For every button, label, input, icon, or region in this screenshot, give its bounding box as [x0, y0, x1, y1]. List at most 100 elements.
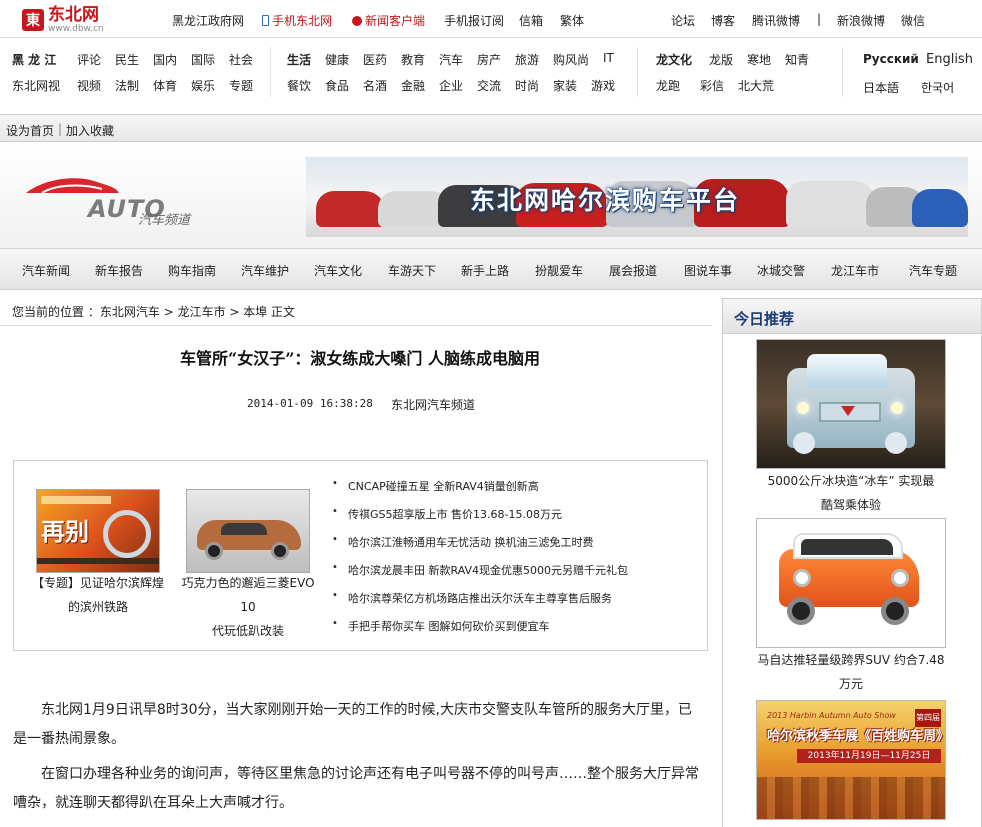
chan-expo[interactable]: 展会报道 [609, 262, 657, 279]
cat-item[interactable]: 民生 [115, 51, 139, 68]
link-mobile[interactable]: 手机东北网 [262, 12, 332, 29]
link-sina-weibo[interactable]: 新浪微博 [837, 12, 885, 29]
link-mailbox[interactable]: 信箱 [519, 12, 543, 29]
rec-img-ice-car[interactable] [756, 339, 946, 469]
car-graphic [316, 191, 386, 227]
cat-item[interactable]: 旅游 [515, 51, 539, 68]
chan-market[interactable]: 龙江车市 [831, 262, 879, 279]
chan-police[interactable]: 冰城交警 [757, 262, 805, 279]
channel-nav: 汽车新闻 新车报告 购车指南 汽车维护 汽车文化 车游天下 新手上路 扮靓爱车 … [0, 248, 982, 290]
chan-maintain[interactable]: 汽车维护 [241, 262, 289, 279]
link-news-client[interactable]: 新闻客户端 [352, 12, 425, 29]
sidebar-title: 今日推荐 [734, 310, 795, 328]
cat-item[interactable]: 名酒 [363, 77, 387, 94]
link-mobile-paper[interactable]: 手机报订阅 [444, 12, 504, 29]
auto-channel-logo[interactable]: AUTO 汽车频道 [20, 173, 220, 243]
buy-car-platform-ad[interactable]: 东北网哈尔滨购车平台 [306, 157, 968, 237]
cat-item[interactable]: 知青 [785, 51, 809, 68]
cat-item[interactable]: 法制 [115, 77, 139, 94]
banner-ad-title: 东北网哈尔滨购车平台 [470, 186, 741, 215]
article-title: 车管所“女汉子”：淑女练成大嗓门 人脑练成电脑用 [180, 349, 540, 368]
breadcrumb[interactable]: 您当前的位置 ：东北网汽车 > 龙江车市 > 本埠 正文 [12, 303, 295, 320]
cat-item[interactable]: 娱乐 [191, 77, 215, 94]
link-blog[interactable]: 博客 [711, 12, 735, 29]
cat-life[interactable]: 生活 [287, 51, 311, 68]
link-gov[interactable]: 黑龙江政府网 [172, 12, 244, 29]
chan-decor[interactable]: 扮靓爱车 [535, 262, 583, 279]
logo-name: 东北网 [48, 4, 99, 25]
cat-item[interactable]: 购风尚 [553, 51, 589, 68]
news-app-icon [352, 16, 362, 26]
cat-item[interactable]: 金融 [401, 77, 425, 94]
rec-caption[interactable]: 马自达推轻量级跨界SUV 约合7.48 万元 [740, 648, 962, 696]
chan-topics[interactable]: 汽车专题 [909, 262, 957, 279]
rec-img-suv[interactable] [756, 518, 946, 648]
autoshow-date: 2013年11月19日—11月25日 [797, 749, 941, 763]
favorites-bar: 设为首页 | 加入收藏 [0, 114, 982, 142]
cat-item[interactable]: 专题 [229, 77, 253, 94]
cat-item[interactable]: 时尚 [515, 77, 539, 94]
chan-new-car[interactable]: 新车报告 [95, 262, 143, 279]
rec-img-autoshow[interactable]: 2013 Harbin Autumn Auto Show 哈尔滨秋季车展《百姓购… [756, 700, 946, 820]
auto-subtitle: 汽车频道 [138, 213, 191, 228]
related-thumb-evo[interactable] [186, 489, 310, 573]
cat-item[interactable]: 餐饮 [287, 77, 311, 94]
cat-item[interactable]: 北大荒 [738, 77, 774, 94]
cat-item[interactable]: 龙版 [709, 51, 733, 68]
top-bar: 東 东北网 www.dbw.cn 黑龙江政府网 手机东北网 新闻客户端 手机报订… [0, 0, 982, 38]
lang-russian[interactable]: Русский [863, 52, 919, 66]
set-homepage-link[interactable]: 设为首页 [6, 122, 54, 139]
lang-korean[interactable]: 한국어 [921, 79, 954, 96]
cat-item[interactable]: 视频 [77, 77, 101, 94]
cat-item[interactable]: 家装 [553, 77, 577, 94]
cat-culture[interactable]: 龙文化 [656, 51, 692, 68]
related-caption[interactable]: 巧克力色的邂逅三菱EVO 10 代玩低趴改装 [173, 571, 323, 643]
add-favorite-link[interactable]: 加入收藏 [66, 122, 114, 139]
cat-item[interactable]: 社会 [229, 51, 253, 68]
site-logo[interactable]: 東 东北网 www.dbw.cn [22, 4, 104, 33]
related-thumb-railway[interactable]: 再别 [36, 489, 160, 573]
link-wechat[interactable]: 微信 [901, 12, 925, 29]
thumb-text: 再别 [41, 518, 89, 546]
cat-item[interactable]: 健康 [325, 51, 349, 68]
cat-item[interactable]: 汽车 [439, 51, 463, 68]
cat-item[interactable]: 国际 [191, 51, 215, 68]
car-graphic [786, 181, 876, 227]
article-source[interactable]: 东北网汽车频道 [391, 396, 475, 413]
chan-picture[interactable]: 图说车事 [684, 262, 732, 279]
cat-divider [637, 47, 638, 97]
logo-mark-icon: 東 [22, 9, 44, 31]
link-tencent-weibo[interactable]: 腾讯微博 [752, 12, 800, 29]
chan-culture[interactable]: 汽车文化 [314, 262, 362, 279]
cat-item[interactable]: 交流 [477, 77, 501, 94]
lang-japanese[interactable]: 日本語 [863, 79, 899, 96]
cat-item[interactable]: 体育 [153, 77, 177, 94]
cat-item[interactable]: 龙跑 [656, 77, 680, 94]
cat-item[interactable]: 企业 [439, 77, 463, 94]
cat-item[interactable]: 寒地 [747, 51, 771, 68]
link-forum[interactable]: 论坛 [671, 12, 695, 29]
cat-item[interactable]: 评论 [77, 51, 101, 68]
cat-item[interactable]: 国内 [153, 51, 177, 68]
cat-heilongjiang[interactable]: 黑 龙 江 [12, 51, 56, 68]
cat-item[interactable]: 游戏 [591, 77, 615, 94]
lang-english[interactable]: English [926, 52, 973, 67]
rec-caption[interactable]: 5000公斤冰块造“冰车” 实现最 酷驾乘体验 [740, 469, 962, 517]
link-traditional[interactable]: 繁体 [560, 12, 584, 29]
cat-item[interactable]: 医药 [363, 51, 387, 68]
category-nav: 黑 龙 江 评论 民生 国内 国际 社会 东北网视 视频 法制 体育 娱乐 专题… [0, 39, 982, 105]
cat-item[interactable]: 教育 [401, 51, 425, 68]
cat-item[interactable]: 房产 [477, 51, 501, 68]
cat-item[interactable]: 食品 [325, 77, 349, 94]
cat-item[interactable]: IT [603, 51, 614, 65]
article-paragraph: 东北网1月9日讯早8时30分，当大家刚刚开始一天的工作的时候,大庆市交警支队车管… [13, 702, 692, 747]
cat-item[interactable]: 彩信 [700, 77, 724, 94]
chan-guide[interactable]: 购车指南 [168, 262, 216, 279]
autoshow-en-title: 2013 Harbin Autumn Auto Show [767, 711, 896, 720]
autoshow-badge: 第四届 [915, 709, 941, 727]
chan-beginner[interactable]: 新手上路 [461, 262, 509, 279]
related-caption[interactable]: 【专题】见证哈尔滨辉煌 的滨州铁路 [23, 571, 173, 619]
chan-travel[interactable]: 车游天下 [388, 262, 436, 279]
chan-news[interactable]: 汽车新闻 [22, 262, 70, 279]
cat-item[interactable]: 东北网视 [12, 77, 60, 94]
